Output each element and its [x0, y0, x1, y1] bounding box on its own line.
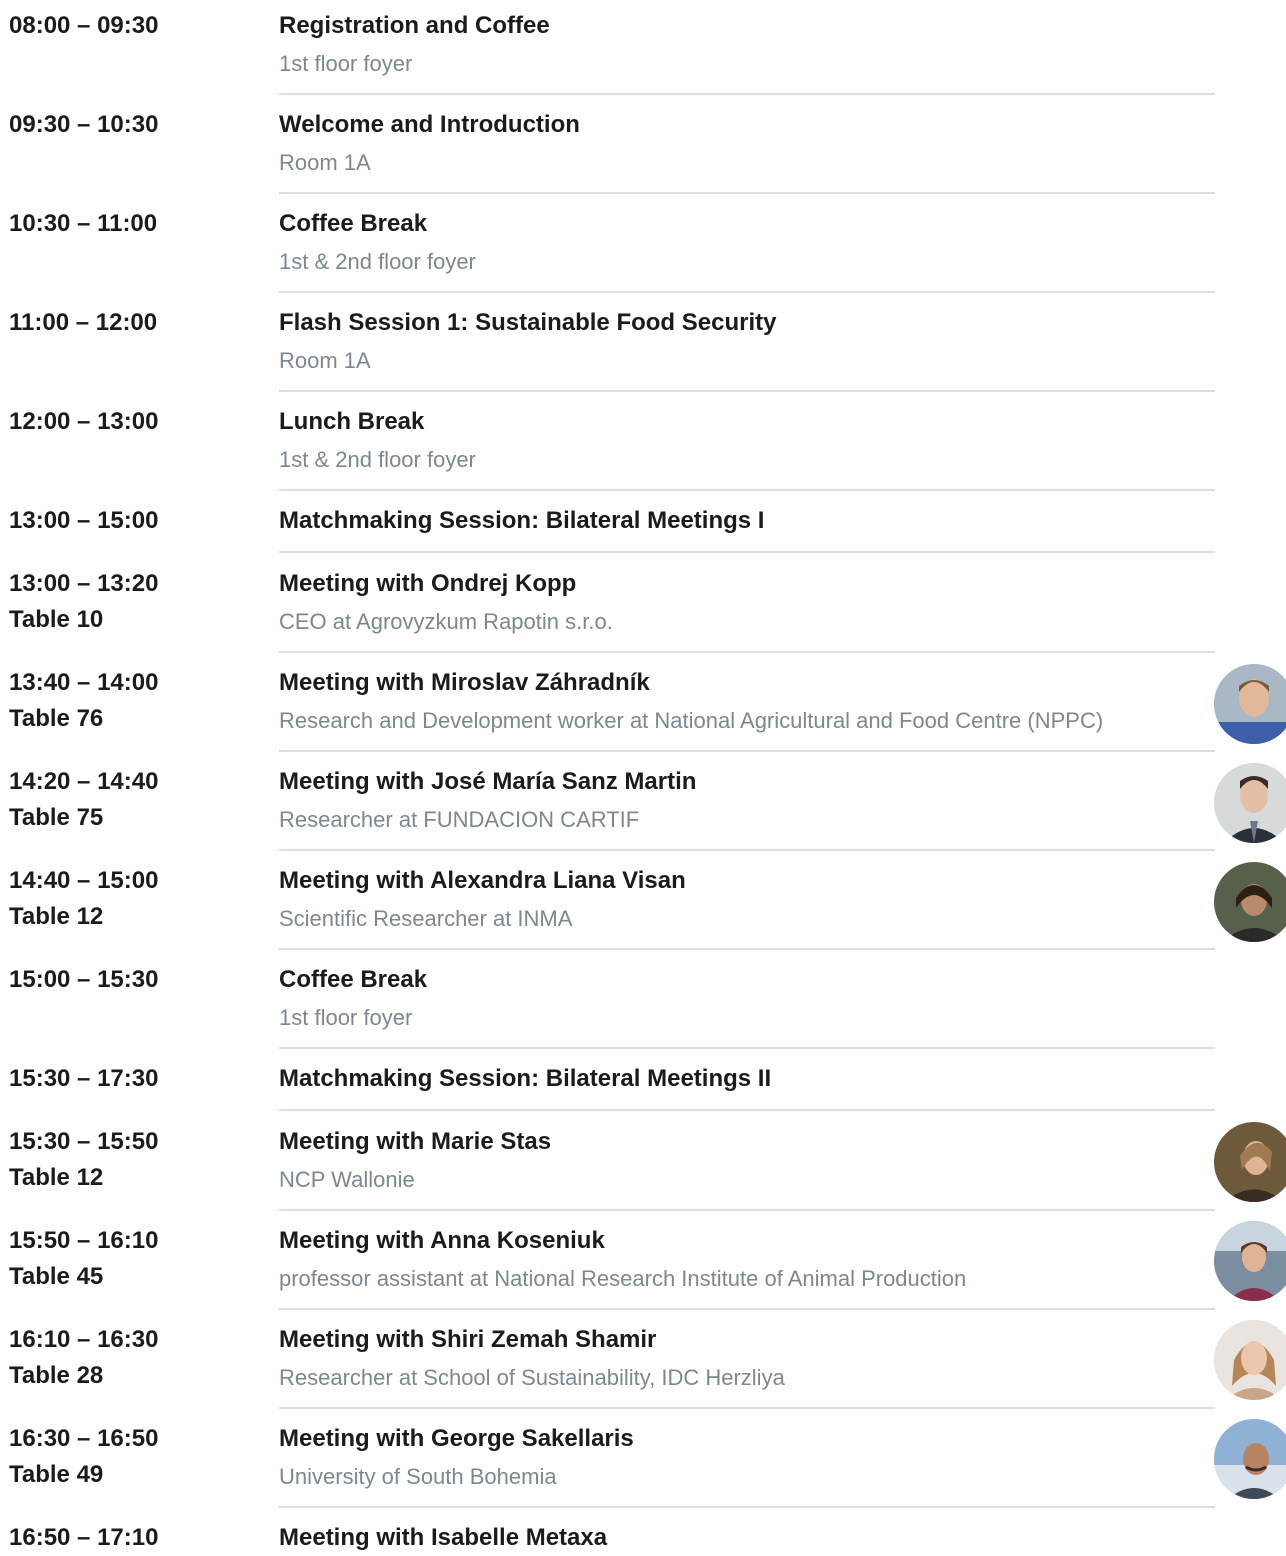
session-title[interactable]: Matchmaking Session: Bilateral Meetings … [279, 503, 1214, 539]
time-slot: 13:00 – 13:20 Table 10 [9, 566, 158, 638]
time-range: 16:10 – 16:30 [9, 1326, 159, 1353]
table-number: Table 10 [9, 606, 104, 633]
time-slot: 15:50 – 16:10 Table 45 [9, 1223, 158, 1295]
time-slot: 14:20 – 14:40 Table 75 [9, 764, 158, 836]
divider [279, 651, 1215, 653]
meeting-affiliation: NCP Wallonie [279, 1167, 415, 1192]
avatar[interactable] [1214, 1221, 1286, 1301]
meeting-title[interactable]: Meeting with George Sakellaris [279, 1421, 1214, 1457]
time-slot: 09:30 – 10:30 [9, 111, 159, 138]
meeting-affiliation: University of South Bohemia [279, 1464, 557, 1489]
meeting-affiliation: Research and Development worker at Natio… [279, 708, 1104, 733]
time-range: 13:40 – 14:00 [9, 669, 159, 696]
session-title[interactable]: Welcome and Introduction [279, 107, 1214, 143]
session-title[interactable]: Lunch Break [279, 404, 1214, 440]
meeting-affiliation: professor assistant at National Research… [279, 1266, 967, 1291]
meeting-title[interactable]: Meeting with Ondrej Kopp [279, 566, 1214, 602]
divider [279, 750, 1215, 752]
session-title[interactable]: Matchmaking Session: Bilateral Meetings … [279, 1061, 1214, 1097]
table-number: Table 12 [9, 903, 104, 930]
time-slot: 16:50 – 17:10 [9, 1524, 159, 1551]
time-range: 14:40 – 15:00 [9, 867, 159, 894]
time-slot: 15:30 – 15:50 Table 12 [9, 1124, 158, 1196]
avatar[interactable] [1214, 664, 1286, 744]
session-title[interactable]: Coffee Break [279, 206, 1214, 242]
time-slot: 16:10 – 16:30 Table 28 [9, 1322, 158, 1394]
avatar[interactable] [1214, 862, 1286, 942]
time-range: 14:20 – 14:40 [9, 768, 159, 795]
divider [279, 1407, 1215, 1409]
divider [279, 1047, 1215, 1049]
time-slot: 15:30 – 17:30 [9, 1065, 159, 1092]
meeting-title[interactable]: Meeting with Miroslav Záhradník [279, 665, 1214, 701]
meeting-title[interactable]: Meeting with José María Sanz Martin [279, 764, 1214, 800]
time-slot: 11:00 – 12:00 [9, 309, 158, 336]
session-location: Room 1A [279, 348, 371, 373]
time-slot: 16:30 – 16:50 Table 49 [9, 1421, 158, 1493]
meeting-title[interactable]: Meeting with Alexandra Liana Visan [279, 863, 1214, 899]
table-number: Table 28 [9, 1362, 104, 1389]
session-location: 1st & 2nd floor foyer [279, 447, 476, 472]
divider [279, 1308, 1215, 1310]
meeting-title[interactable]: Meeting with Marie Stas [279, 1124, 1214, 1160]
avatar[interactable] [1214, 1320, 1286, 1400]
meeting-title[interactable]: Meeting with Anna Koseniuk [279, 1223, 1214, 1259]
table-number: Table 49 [9, 1461, 104, 1488]
divider [279, 1506, 1215, 1508]
divider [279, 551, 1215, 553]
table-number: Table 45 [9, 1263, 104, 1290]
session-location: 1st floor foyer [279, 1005, 413, 1030]
session-location: 1st floor foyer [279, 51, 413, 76]
meeting-affiliation: Researcher at School of Sustainability, … [279, 1365, 785, 1390]
time-range: 16:30 – 16:50 [9, 1425, 159, 1452]
table-number: Table 76 [9, 705, 104, 732]
time-slot: 12:00 – 13:00 [9, 408, 159, 435]
divider [279, 948, 1215, 950]
meeting-affiliation: Researcher at FUNDACION CARTIF [279, 807, 640, 832]
time-range: 13:00 – 13:20 [9, 570, 159, 597]
divider [279, 489, 1215, 491]
table-number: Table 75 [9, 804, 104, 831]
time-range: 15:50 – 16:10 [9, 1227, 159, 1254]
time-slot: 13:00 – 15:00 [9, 507, 159, 534]
time-slot: 14:40 – 15:00 Table 12 [9, 863, 158, 935]
time-slot: 13:40 – 14:00 Table 76 [9, 665, 158, 737]
avatar[interactable] [1214, 1122, 1286, 1202]
session-title[interactable]: Flash Session 1: Sustainable Food Securi… [279, 305, 1214, 341]
meeting-title[interactable]: Meeting with Isabelle Metaxa [279, 1520, 1214, 1556]
divider [279, 1109, 1215, 1111]
divider [279, 192, 1215, 194]
time-slot: 10:30 – 11:00 [9, 210, 158, 237]
session-location: Room 1A [279, 150, 371, 175]
avatar[interactable] [1214, 1419, 1286, 1499]
table-number: Table 12 [9, 1164, 104, 1191]
divider [279, 1209, 1215, 1211]
session-title[interactable]: Registration and Coffee [279, 8, 1214, 44]
meeting-affiliation: Scientific Researcher at INMA [279, 906, 573, 931]
divider [279, 390, 1215, 392]
session-title[interactable]: Coffee Break [279, 962, 1214, 998]
time-slot: 15:00 – 15:30 [9, 966, 159, 993]
session-location: 1st & 2nd floor foyer [279, 249, 476, 274]
meeting-affiliation: CEO at Agrovyzkum Rapotin s.r.o. [279, 609, 613, 634]
divider [279, 291, 1215, 293]
time-slot: 08:00 – 09:30 [9, 12, 159, 39]
divider [279, 93, 1215, 95]
meeting-title[interactable]: Meeting with Shiri Zemah Shamir [279, 1322, 1214, 1358]
time-range: 15:30 – 15:50 [9, 1128, 159, 1155]
avatar[interactable] [1214, 763, 1286, 843]
divider [279, 849, 1215, 851]
